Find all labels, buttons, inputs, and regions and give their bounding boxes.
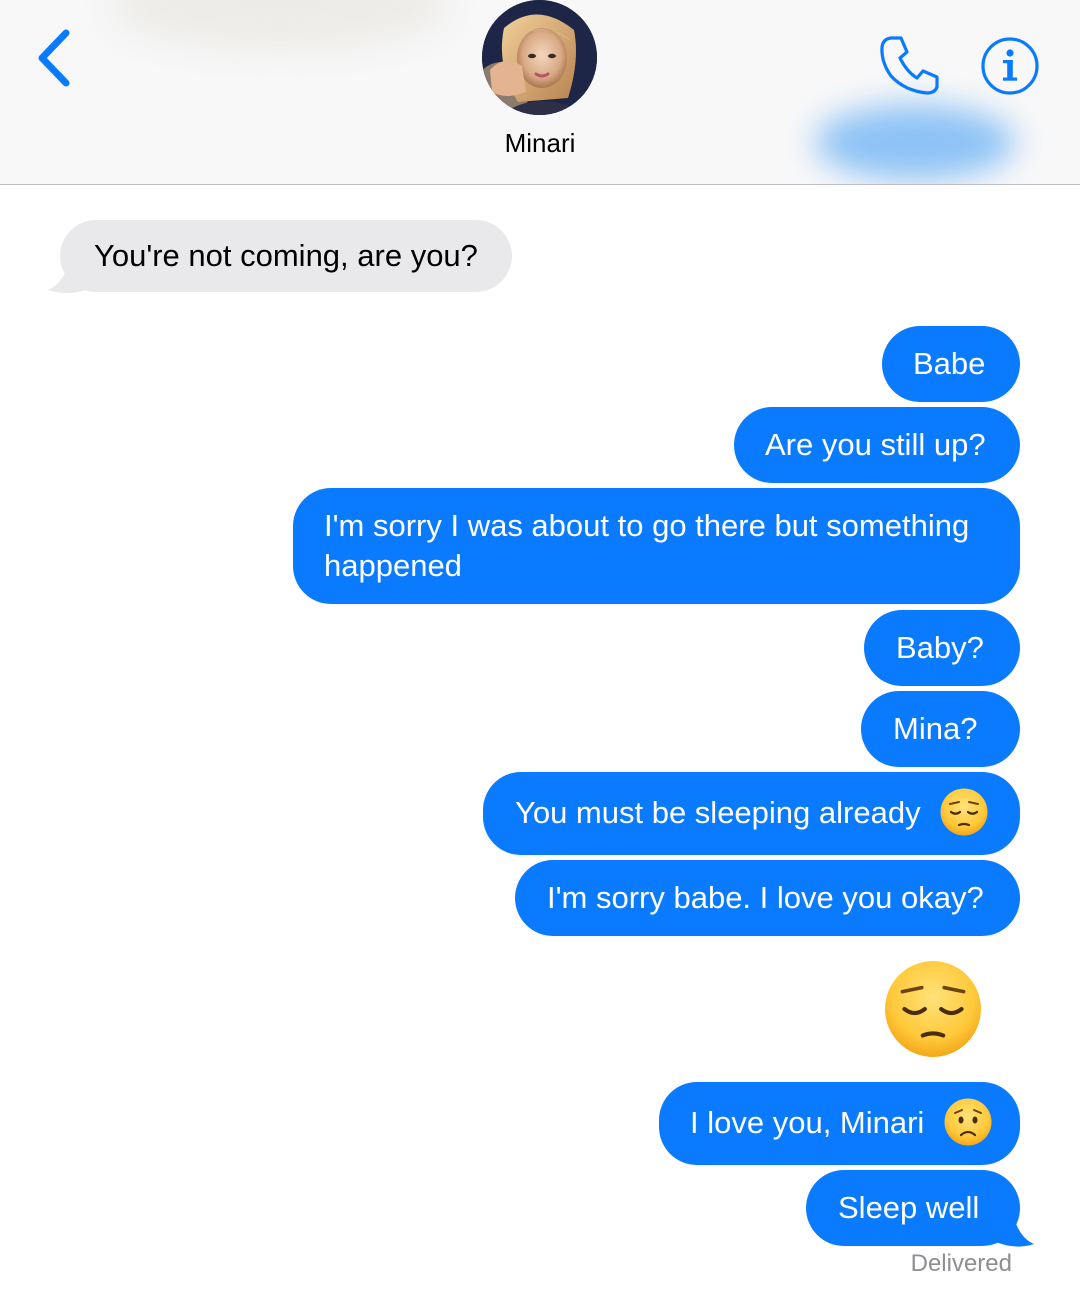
message-text: Are you still up? bbox=[765, 427, 986, 462]
message-bubble-outgoing[interactable]: I'm sorry babe. I love you okay? bbox=[515, 860, 1020, 936]
message-text: I'm sorry babe. I love you okay? bbox=[547, 880, 984, 915]
worried-face-emoji bbox=[944, 1098, 992, 1146]
contact-name[interactable]: Minari bbox=[0, 128, 1080, 159]
message-text-line: happened bbox=[324, 548, 462, 583]
call-button[interactable] bbox=[877, 32, 943, 98]
message-bubble-outgoing[interactable]: Sleep well bbox=[806, 1170, 1020, 1246]
messages-screen: Minari You're not coming, are you? Babe … bbox=[0, 0, 1080, 1293]
info-icon bbox=[981, 37, 1039, 95]
message-bubble-outgoing[interactable]: Babe bbox=[882, 326, 1020, 402]
message-text: You're not coming, are you? bbox=[94, 238, 478, 273]
message-bubble-outgoing[interactable]: I love you, Minari bbox=[659, 1082, 1020, 1165]
message-text: Babe bbox=[913, 346, 986, 381]
message-text: Sleep well bbox=[838, 1190, 980, 1225]
message-bubble-outgoing[interactable]: You must be sleeping already bbox=[483, 772, 1020, 855]
avatar-photo bbox=[482, 0, 597, 115]
delivery-status: Delivered bbox=[910, 1250, 1012, 1277]
message-bubble-outgoing[interactable]: I'm sorry I was about to go there but so… bbox=[293, 488, 1020, 604]
message-text: Mina? bbox=[893, 711, 978, 746]
blurred-area bbox=[110, 0, 450, 50]
message-text-line: I'm sorry I was about to go there but so… bbox=[324, 508, 970, 543]
info-button[interactable] bbox=[978, 34, 1042, 98]
pensive-face-emoji bbox=[940, 788, 988, 836]
message-bubble-outgoing[interactable]: Are you still up? bbox=[734, 407, 1020, 483]
conversation-header: Minari bbox=[0, 0, 1080, 185]
message-bubble-outgoing[interactable]: Mina? bbox=[861, 691, 1020, 767]
message-text: I love you, Minari bbox=[690, 1105, 925, 1141]
message-bubble-outgoing[interactable]: Baby? bbox=[864, 610, 1020, 686]
chevron-left-icon bbox=[38, 29, 70, 87]
pensive-face-emoji[interactable] bbox=[882, 958, 984, 1060]
avatar[interactable] bbox=[482, 0, 597, 115]
message-bubble-incoming[interactable]: You're not coming, are you? bbox=[60, 220, 512, 292]
back-button[interactable] bbox=[30, 25, 80, 91]
message-text: Baby? bbox=[896, 630, 984, 665]
phone-icon bbox=[880, 36, 939, 95]
message-text: You must be sleeping already bbox=[515, 795, 921, 831]
